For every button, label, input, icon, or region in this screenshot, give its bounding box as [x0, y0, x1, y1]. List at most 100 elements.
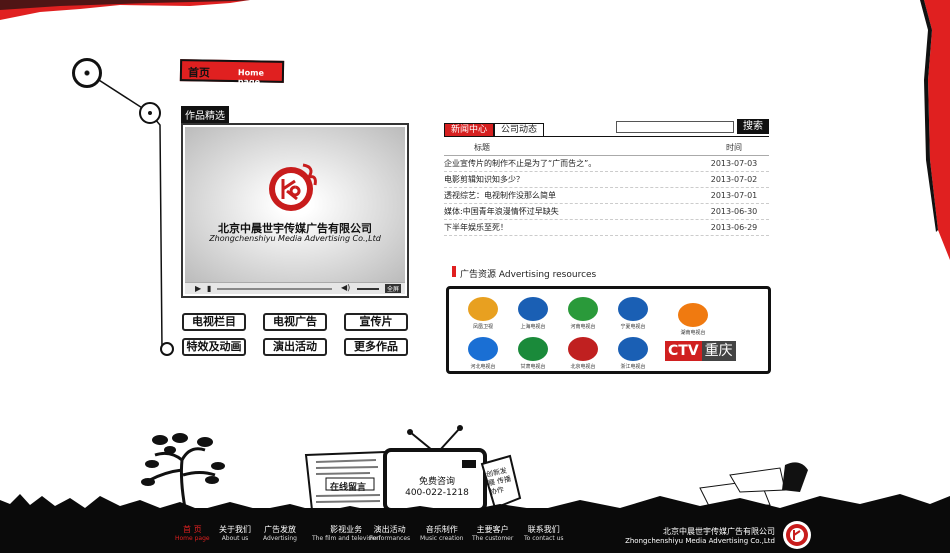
tv-logo-icon [618, 297, 648, 321]
tv-station-logo[interactable]: 浙江电视台 [611, 337, 655, 370]
red-splash-decoration [0, 0, 250, 20]
tv-station-logo[interactable]: 河南电视台 [561, 297, 605, 330]
chongqing-logo-text: 重庆 [701, 341, 736, 361]
footer-nav-label-en: Music creation [420, 535, 464, 542]
tv-station-logo[interactable]: 宁夏电视台 [611, 297, 655, 330]
footer-nav-label: 关于我们 [219, 525, 251, 534]
news-date: 2013-07-03 [710, 159, 758, 168]
table-row[interactable]: 透视综艺：电视制作没那么简单 2013-07-01 [444, 188, 769, 204]
video-player[interactable]: 北京中晨世宇传媒广告有限公司 Zhongchenshiyu Media Adve… [181, 123, 409, 298]
video-screen[interactable]: 北京中晨世宇传媒广告有限公司 Zhongchenshiyu Media Adve… [185, 127, 405, 282]
footer-nav-item[interactable]: 首 页 Home page [175, 524, 210, 542]
tv-station-logo[interactable]: 上海电视台 [511, 297, 555, 330]
consult-label: 免费咨询 [418, 477, 455, 487]
section-title-ads: 广告资源 Advertising resources [460, 270, 597, 280]
table-row[interactable]: 媒体:中国青年浪漫情怀过早缺失 2013-06-30 [444, 204, 769, 220]
footer-nav-label: 主要客户 [476, 525, 509, 534]
tab-news-center[interactable]: 新闻中心 [444, 123, 495, 137]
tv-station-name: 浙江电视台 [620, 364, 646, 370]
news-table-header: 标题 时间 [444, 140, 769, 156]
tv-station-name: 河南电视台 [570, 324, 596, 330]
news-date: 2013-06-29 [710, 223, 758, 232]
category-button-tv-program[interactable]: 电视栏目 [182, 313, 246, 331]
table-row[interactable]: 电影剪辑知识知多少？ 2013-07-02 [444, 172, 769, 188]
tv-station-name: 甘肃电视台 [520, 364, 546, 370]
news-title-link[interactable]: 透视综艺：电视制作没那么简单 [444, 188, 699, 203]
footer-nav-item[interactable]: 关于我们 About us [219, 524, 251, 542]
volume-slider[interactable] [357, 288, 379, 290]
news-title-link[interactable]: 电影剪辑知识知多少？ [444, 172, 699, 187]
news-title-link[interactable]: 媒体:中国青年浪漫情怀过早缺失 [444, 204, 699, 219]
footer-company-name-en: Zhongchenshiyu Media Advertising Co.,Ltd [625, 537, 775, 545]
category-button-promo-film[interactable]: 宣传片 [344, 313, 408, 331]
tv-station-logo[interactable]: 河北电视台 [461, 337, 505, 370]
tv-station-logo[interactable]: 凤凰卫视 [461, 297, 505, 330]
news-title-link[interactable]: 企业宣传片的制作不止是为了“广而告之”。 [444, 156, 699, 171]
news-tabs: 新闻中心 公司动态 [444, 123, 545, 137]
footer-nav-item[interactable]: 音乐制作 Music creation [420, 524, 463, 542]
footer-nav-label-en: Performances [369, 535, 411, 542]
company-logo-icon [269, 163, 317, 211]
tv-station-logo-chongqing[interactable]: CTV 重庆 [665, 341, 755, 363]
footer-nav-label-en: About us [221, 535, 249, 542]
ad-resources-carousel: 凤凰卫视 上海电视台 河南电视台 宁夏电视台 湖南电视台河北电视台 甘肃电视台 北京电视台 浙… [446, 286, 771, 374]
home-tab-label: 首页 [187, 66, 211, 80]
column-header-date: 时间 [726, 143, 742, 152]
footer-nav-item[interactable]: 联系我们 To contact us [524, 524, 564, 542]
tv-logo-icon [518, 337, 548, 361]
tab-underline [444, 136, 769, 137]
table-row[interactable]: 下半年娱乐至死！ 2013-06-29 [444, 220, 769, 236]
seek-bar[interactable] [217, 288, 332, 290]
film-reel-icon [139, 102, 161, 124]
tv-station-name: 宁夏电视台 [620, 324, 646, 330]
footer-nav-label-en: Home page [175, 535, 210, 542]
search-input[interactable] [616, 121, 734, 133]
tv-station-logo[interactable]: 甘肃电视台 [511, 337, 555, 370]
home-page-tab[interactable]: 首页 Home page [179, 59, 285, 86]
tv-station-name: 北京电视台 [570, 364, 596, 370]
table-row[interactable]: 企业宣传片的制作不止是为了“广而告之”。 2013-07-03 [444, 156, 769, 172]
tv-station-name: 上海电视台 [520, 324, 546, 330]
category-button-tv-ad[interactable]: 电视广告 [263, 313, 327, 331]
tv-logo-icon [618, 337, 648, 361]
tv-station-logo[interactable]: 北京电视台 [561, 337, 605, 370]
play-icon[interactable]: ▶ [195, 284, 201, 293]
tv-logo-icon [678, 303, 708, 327]
tab-company-news[interactable]: 公司动态 [494, 123, 545, 137]
red-splash-right-decoration [920, 0, 950, 260]
stop-icon[interactable]: ▮ [207, 284, 211, 293]
footer-nav-label-en: To contact us [524, 535, 564, 542]
footer-nav-label-en: Advertising [263, 535, 297, 542]
news-date: 2013-07-01 [710, 191, 758, 200]
footer-nav-label: 音乐制作 [425, 525, 458, 534]
tv-station-logo[interactable]: 湖南电视台 [671, 303, 715, 336]
category-button-performance[interactable]: 演出活动 [263, 338, 327, 356]
footer-nav-label: 联系我们 [527, 525, 560, 534]
footer-nav-item[interactable]: 演出活动 Performances [369, 524, 410, 542]
column-header-title: 标题 [474, 143, 490, 152]
tv-logo-icon [468, 297, 498, 321]
category-button-more[interactable]: 更多作品 [344, 338, 408, 356]
tv-station-name: 凤凰卫视 [472, 324, 493, 330]
search-button[interactable]: 搜索 [737, 119, 769, 134]
film-reel-icon [160, 342, 174, 356]
news-date: 2013-07-02 [710, 175, 758, 184]
online-message-label[interactable]: 在线留言 [330, 480, 366, 493]
volume-icon[interactable]: ◀) [341, 283, 350, 292]
tv-logo-icon [568, 337, 598, 361]
footer-company-name: 北京中晨世宇传媒广告有限公司 [663, 527, 775, 536]
footer-nav-label: 首 页 [183, 525, 202, 534]
fullscreen-button[interactable]: 全屏 [384, 284, 401, 293]
footer-nav-item[interactable]: 广告发放 Advertising [263, 524, 297, 542]
news-title-link[interactable]: 下半年娱乐至死！ [444, 220, 699, 235]
film-strip-line-decoration [87, 72, 163, 351]
tv-station-name: 河北电视台 [470, 364, 496, 370]
category-button-effects[interactable]: 特效及动画 [182, 338, 246, 356]
tv-logo-icon [568, 297, 598, 321]
section-title-works: 作品精选 [181, 106, 229, 123]
news-date: 2013-06-30 [710, 207, 758, 216]
news-table: 标题 时间 企业宣传片的制作不止是为了“广而告之”。 2013-07-03 电影剪辑… [444, 140, 769, 236]
footer-nav-item[interactable]: 主要客户 The customer [472, 524, 513, 542]
footer-nav-label: 广告发放 [263, 525, 296, 534]
video-company-name-en: Zhongchenshiyu Media Advertising Co.,Ltd [209, 234, 381, 243]
